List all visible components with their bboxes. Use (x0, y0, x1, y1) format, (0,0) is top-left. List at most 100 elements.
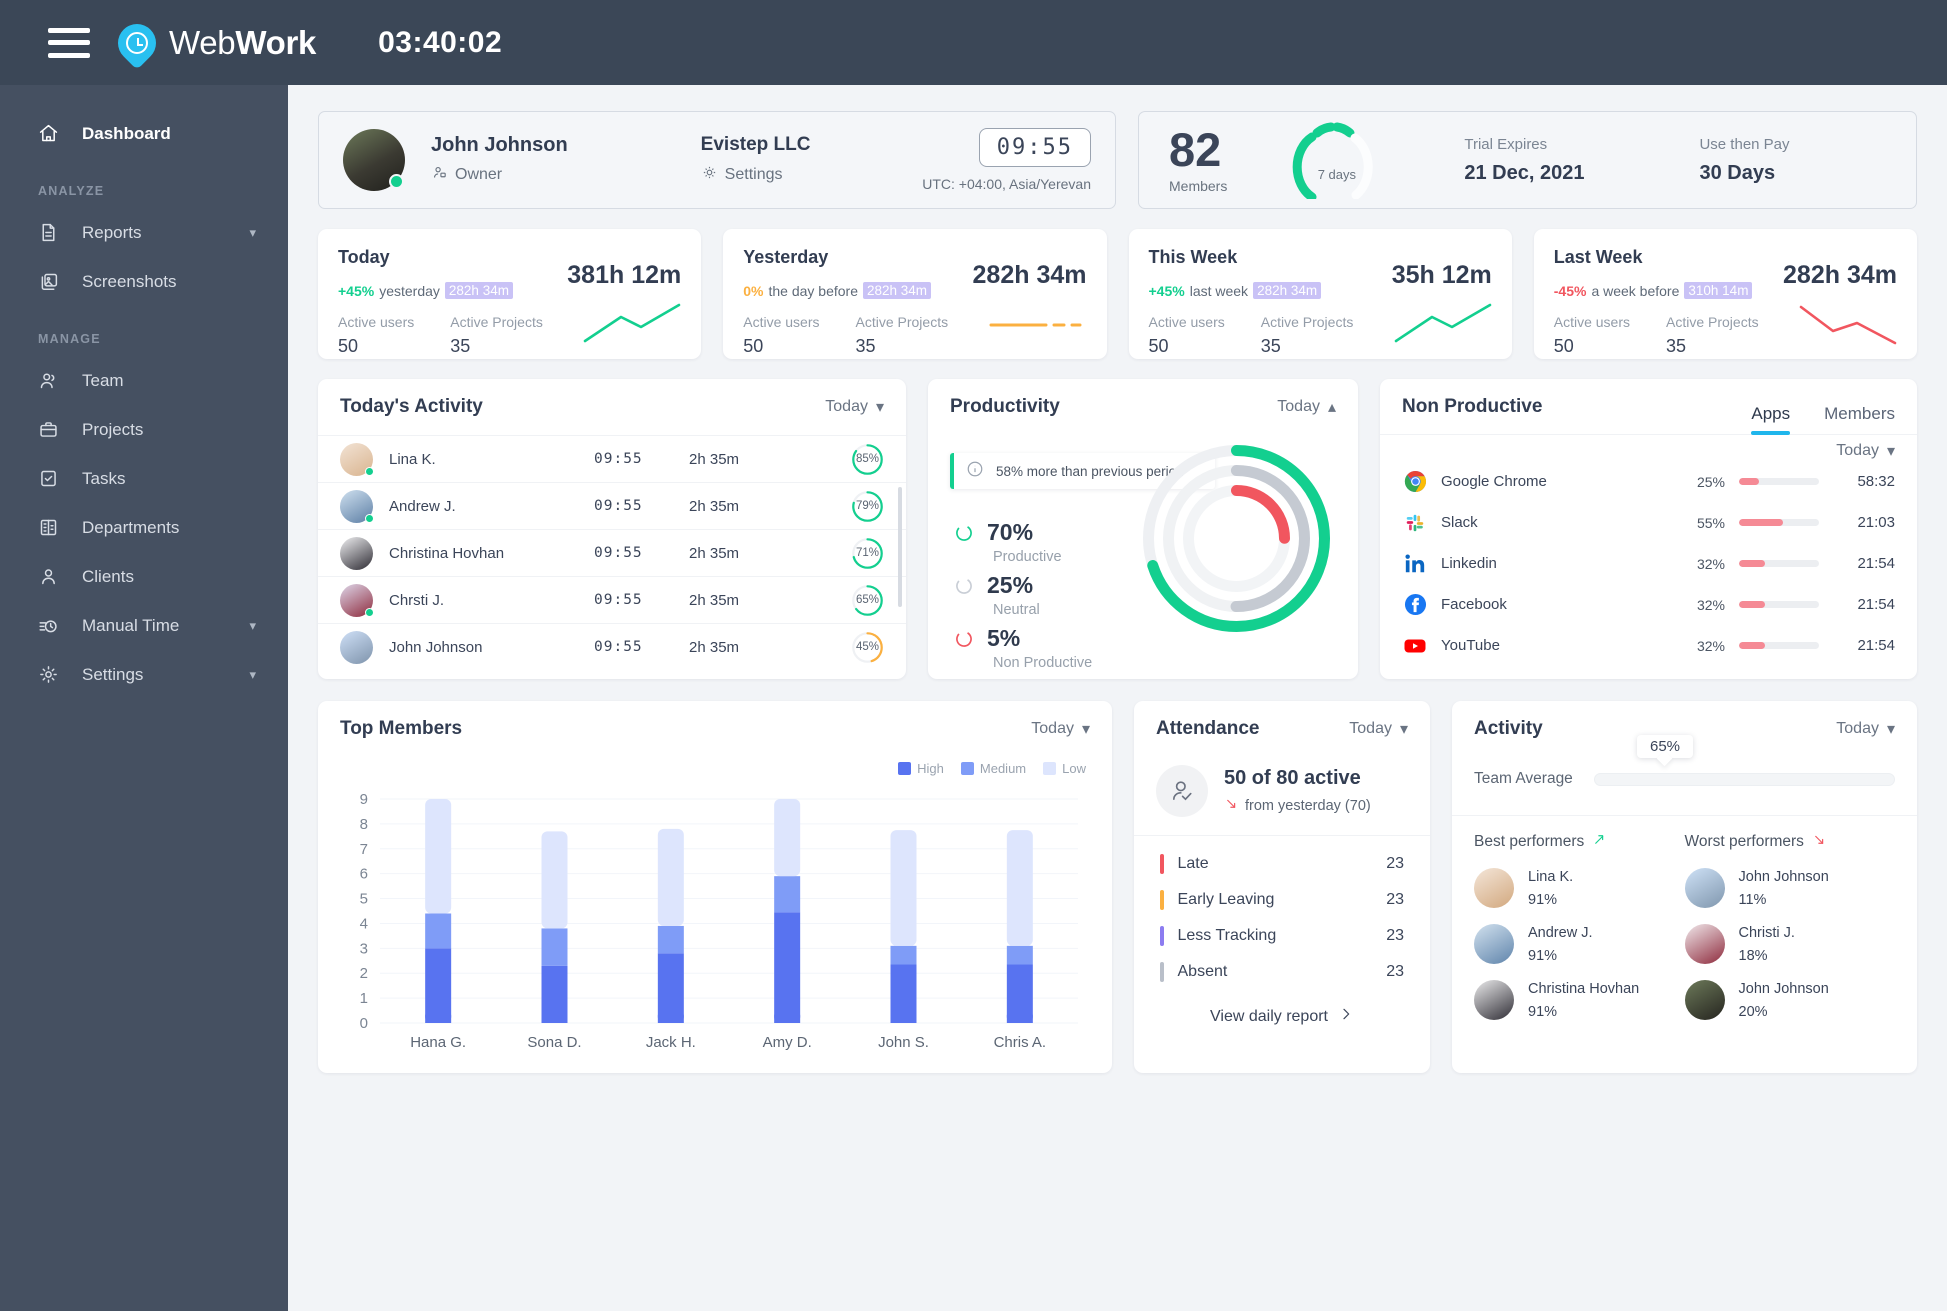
svg-text:3: 3 (360, 940, 368, 957)
legend-high: High (898, 761, 944, 776)
stat-projects-value: 35 (855, 336, 876, 356)
svg-text:8: 8 (360, 816, 368, 833)
sidebar-item-settings[interactable]: Settings ▾ (0, 650, 288, 699)
list-item[interactable]: Facebook 32% 21:54 (1380, 584, 1917, 625)
period-selector[interactable]: Today ▾ (1349, 719, 1408, 739)
members-label: Members (1169, 178, 1228, 194)
legend-value: 5% (987, 625, 1021, 651)
sidebar-item-projects[interactable]: Projects (0, 405, 288, 454)
sidebar-item-manual-time[interactable]: Manual Time ▾ (0, 601, 288, 650)
sidebar: Dashboard ANALYZE Reports ▾ Screenshots … (0, 85, 288, 1311)
member-name: Lina K. (389, 450, 436, 468)
table-row[interactable]: John Johnson 09:55 2h 35m 45% (318, 623, 906, 670)
period-wrap[interactable]: Today ▾ (1836, 441, 1895, 461)
list-item[interactable]: Linkedin 32% 21:54 (1380, 543, 1917, 584)
stat-projects-label: Active Projects (1666, 314, 1759, 330)
table-row[interactable]: Lina K. 09:55 2h 35m 85% (318, 435, 906, 482)
period-selector[interactable]: Today ▾ (1836, 719, 1895, 739)
chevron-up-icon: ▴ (1327, 399, 1336, 416)
sidebar-item-label: Departments (82, 517, 180, 537)
performer-text: Christi J. 18% (1739, 924, 1795, 964)
profile-identity: John Johnson Owner (431, 134, 568, 186)
gauge-label: 7 days (1317, 167, 1357, 182)
list-item[interactable]: Late 23 (1134, 846, 1430, 882)
chevron-down-icon[interactable]: ▾ (249, 618, 256, 634)
chevron-down-icon[interactable]: ▾ (249, 225, 256, 241)
avatar (1474, 868, 1514, 908)
settings-link[interactable]: Settings (701, 164, 811, 186)
activity-percent: 85% (855, 453, 880, 465)
slack-icon (1402, 510, 1428, 536)
list-item[interactable]: Christina Hovhan 91% (1474, 980, 1685, 1020)
sidebar-item-tasks[interactable]: Tasks (0, 454, 288, 503)
organization-name: Evistep LLC (700, 134, 811, 155)
sidebar-item-screenshots[interactable]: Screenshots (0, 257, 288, 306)
performer-name: John Johnson (1738, 981, 1829, 997)
app-name: Slack (1441, 514, 1478, 531)
sidebar-item-label: Tasks (82, 468, 126, 488)
list-item[interactable]: John Johnson 20% (1684, 980, 1896, 1020)
stat-users-block: Active users 50 (338, 314, 414, 357)
logo-web: Web (169, 23, 236, 61)
chart-legend: High Medium Low (898, 761, 1086, 776)
svg-text:1: 1 (360, 990, 368, 1007)
list-item[interactable]: Andrew J. 91% (1474, 924, 1685, 964)
worst-performers-title: Worst performers (1685, 832, 1896, 852)
list-item[interactable]: John Johnson 11% (1684, 868, 1896, 908)
stat-card-this-week: This Week +45% last week 282h 34m 35h 12… (1128, 229, 1512, 359)
chevron-down-icon[interactable]: ▾ (249, 667, 256, 683)
sidebar-item-reports[interactable]: Reports ▾ (0, 208, 288, 257)
member-name: Christina Hovhan (389, 544, 505, 562)
avatar (1684, 924, 1725, 964)
list-item[interactable]: Early Leaving 23 (1134, 882, 1430, 918)
chevron-right-icon (1338, 1006, 1354, 1027)
stat-compare-label: yesterday (379, 282, 440, 299)
panel-header: Top Members Today ▾ (318, 701, 1112, 757)
period-label: Today (1349, 720, 1392, 737)
panel-title: Top Members (340, 718, 463, 739)
sidebar-item-dashboard[interactable]: Dashboard (0, 109, 288, 158)
svg-text:0: 0 (360, 1015, 368, 1032)
attendance-value: 23 (1386, 927, 1404, 944)
sidebar-item-departments[interactable]: Departments (0, 503, 288, 552)
sidebar-item-team[interactable]: Team (0, 356, 288, 405)
bottom-row: Top Members Today ▾ High Medium Low 0 1 2 (318, 701, 1917, 1073)
view-daily-report-link[interactable]: View daily report (1134, 1006, 1430, 1027)
panel-header: Today's Activity Today ▾ (318, 379, 906, 435)
list-item[interactable]: Absent 23 (1134, 954, 1430, 990)
images-icon (38, 271, 68, 292)
stat-total: 381h 12m (567, 261, 682, 289)
logo-text: WebWork (169, 24, 316, 62)
stat-projects-block: Active Projects 35 (1261, 314, 1354, 357)
list-item[interactable]: Lina K. 91% (1474, 868, 1685, 908)
chevron-down-icon: ▾ (1399, 721, 1408, 738)
sidebar-item-label: Reports (82, 222, 142, 242)
period-selector[interactable]: Today ▾ (825, 397, 884, 417)
scrollbar-thumb[interactable] (898, 487, 902, 607)
profile-name: John Johnson (431, 134, 568, 156)
table-row[interactable]: Christina Hovhan 09:55 2h 35m 71% (318, 529, 906, 576)
avatar (1684, 980, 1725, 1020)
hamburger-menu-icon[interactable] (48, 27, 90, 58)
list-item[interactable]: Google Chrome 25% 58:32 (1380, 461, 1917, 502)
global-timer: 03:40:02 (378, 25, 503, 59)
performer-percent: 11% (1738, 892, 1767, 908)
list-item[interactable]: YouTube 32% 21:54 (1380, 625, 1917, 666)
table-row[interactable]: Andrew J. 09:55 2h 35m 79% (318, 482, 906, 529)
sparkline-chart (1394, 303, 1492, 343)
session-timer[interactable]: 09:55 (978, 128, 1091, 167)
tab-apps[interactable]: Apps (1751, 404, 1790, 435)
sidebar-item-clients[interactable]: Clients (0, 552, 288, 601)
table-row[interactable]: Chrsti J. 09:55 2h 35m 65% (318, 576, 906, 623)
use-then-pay-block: Use then Pay 30 Days (1699, 136, 1789, 185)
tab-members[interactable]: Members (1824, 404, 1895, 435)
period-selector[interactable]: Today ▴ (1277, 397, 1336, 417)
list-item[interactable]: Christi J. 18% (1684, 924, 1896, 964)
svg-text:Amy D.: Amy D. (763, 1034, 812, 1051)
period-selector[interactable]: Today ▾ (1031, 719, 1090, 739)
period-selector[interactable]: Today ▾ (1380, 435, 1917, 461)
member-duration: 2h 35m (689, 591, 740, 609)
list-item[interactable]: Less Tracking 23 (1134, 918, 1430, 954)
list-item[interactable]: Slack 55% 21:03 (1380, 502, 1917, 543)
ring-icon (956, 630, 972, 647)
